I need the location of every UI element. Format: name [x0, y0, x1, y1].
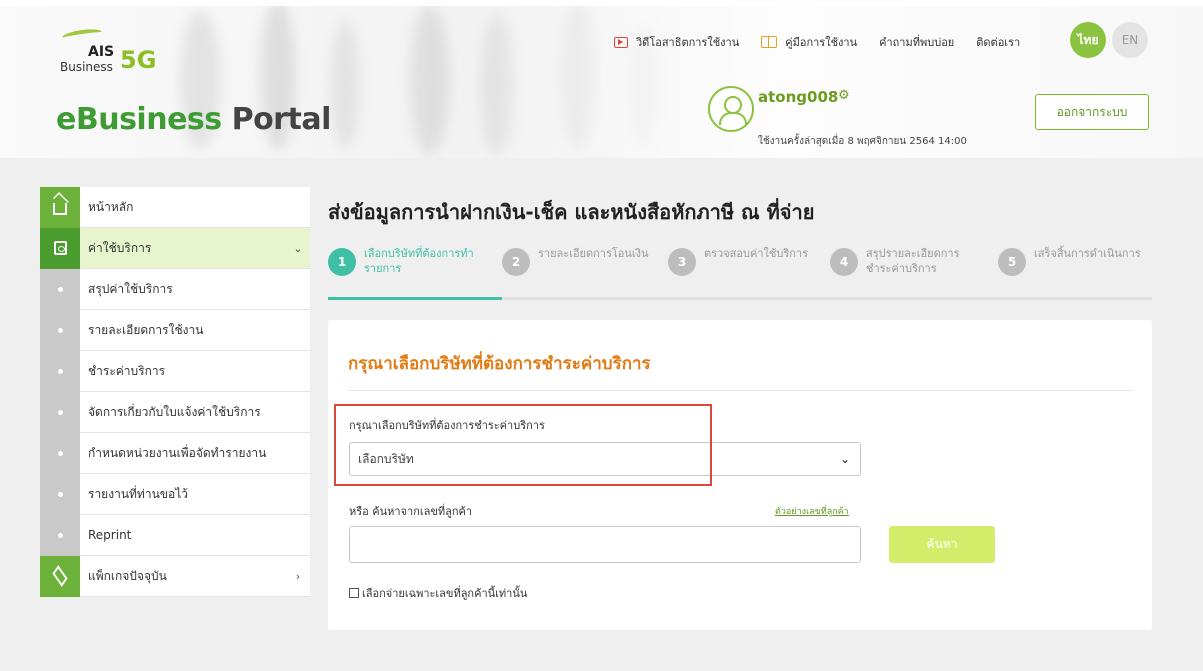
- lang-english-button[interactable]: EN: [1112, 22, 1148, 58]
- bullet-icon: [40, 473, 80, 515]
- link-demo-video-label: วิดีโอสาธิตการใช้งาน: [636, 36, 740, 49]
- step-label: เสร็จสิ้นการดำเนินการ: [1034, 247, 1141, 260]
- step-label: สรุปรายละเอียดการชำระค่าบริการ: [866, 247, 960, 275]
- sidebar-item-label: Reprint: [88, 528, 132, 542]
- step-number: 5: [998, 248, 1026, 276]
- logout-button[interactable]: ออกจากระบบ: [1035, 94, 1149, 130]
- sidebar-item-label: กำหนดหน่วยงานเพื่อจัดทำรายงาน: [88, 445, 267, 460]
- step-label: รายละเอียดการโอนเงิน: [538, 247, 649, 260]
- step-number: 4: [830, 248, 858, 276]
- sidebar-item-current-package[interactable]: แพ็กเกจปัจจุบัน ›: [40, 555, 310, 597]
- progress-track-active: [328, 297, 502, 300]
- search-button[interactable]: ค้นหา: [889, 526, 995, 563]
- logo-5g: 5G: [120, 46, 157, 74]
- sidebar-item-service-charges[interactable]: ค่าใช้บริการ ⌄: [40, 227, 310, 269]
- sidebar-item-manage-invoice[interactable]: จัดการเกี่ยวกับใบแจ้งค่าใช้บริการ: [40, 391, 310, 433]
- top-links: วิดีโอสาธิตการใช้งาน คู่มือการใช้งาน คำถ…: [614, 33, 1020, 51]
- bullet-icon: [40, 391, 80, 433]
- sidebar-item-label: หน้าหลัก: [88, 199, 134, 214]
- gear-icon[interactable]: ⚙: [838, 88, 850, 103]
- bullet-icon: [40, 350, 80, 392]
- chevron-right-icon: ›: [295, 569, 301, 583]
- sidebar-item-charge-summary[interactable]: สรุปค่าใช้บริการ: [40, 268, 310, 310]
- chevron-down-icon: ⌄: [293, 241, 303, 255]
- step-4: 4 สรุปรายละเอียดการชำระค่าบริการ: [830, 246, 984, 276]
- last-login-text: ใช้งานครั้งล่าสุดเมื่อ 8 พฤศจิกายน 2564 …: [758, 136, 967, 147]
- customer-number-example-link[interactable]: ตัวอย่างเลขที่ลูกค้า: [775, 504, 849, 518]
- step-number: 2: [502, 248, 530, 276]
- logo-portal-main: eBusiness: [56, 102, 222, 137]
- sidebar-item-label: จัดการเกี่ยวกับใบแจ้งค่าใช้บริการ: [88, 404, 261, 419]
- checkbox-icon[interactable]: [349, 588, 359, 598]
- book-icon: [761, 36, 778, 48]
- customer-number-label: หรือ ค้นหาจากเลขที่ลูกค้า: [349, 505, 473, 518]
- step-5: 5 เสร็จสิ้นการดำเนินการ: [998, 246, 1152, 276]
- sidebar-item-requested-reports[interactable]: รายงานที่ท่านขอไว้: [40, 473, 310, 515]
- page-title: ส่งข้อมูลการนำฝากเงิน-เช็ค และหนังสือหัก…: [328, 200, 815, 224]
- layers-icon: [40, 555, 80, 597]
- step-2: 2 รายละเอียดการโอนเงิน: [502, 246, 656, 276]
- bullet-icon: [40, 432, 80, 474]
- step-number: 3: [668, 248, 696, 276]
- logo-business: Business: [60, 60, 113, 74]
- sidebar-item-usage-details[interactable]: รายละเอียดการใช้งาน: [40, 309, 310, 351]
- step-3: 3 ตรวจสอบค่าใช้บริการ: [668, 246, 822, 276]
- link-user-manual[interactable]: คู่มือการใช้งาน: [761, 33, 857, 51]
- sidebar-item-label: สรุปค่าใช้บริการ: [88, 281, 173, 296]
- sidebar-item-label: รายงานที่ท่านขอไว้: [88, 486, 188, 501]
- card-title: กรุณาเลือกบริษัทที่ต้องการชำระค่าบริการ: [348, 354, 651, 374]
- annotation-highlight-box: [334, 404, 712, 486]
- bullet-icon: [40, 268, 80, 310]
- logo-portal-sub: Portal: [221, 102, 332, 137]
- header: AIS Business 5G eBusiness Portal วิดีโอส…: [0, 0, 1203, 158]
- ais-ebusiness-logo[interactable]: AIS Business 5G eBusiness Portal: [56, 24, 336, 137]
- link-contact-label: ติดต่อเรา: [976, 36, 1021, 49]
- logo-swoosh-icon: [61, 27, 103, 43]
- user-avatar-icon: [708, 86, 754, 132]
- divider: [348, 390, 1133, 391]
- bullet-icon: [40, 309, 80, 351]
- bullet-icon: [40, 514, 80, 556]
- sidebar-item-label: ชำระค่าบริการ: [88, 363, 166, 378]
- step-1: 1 เลือกบริษัทที่ต้องการทำรายการ: [328, 246, 482, 276]
- sidebar-item-pay-bill[interactable]: ชำระค่าบริการ: [40, 350, 310, 392]
- step-label: เลือกบริษัทที่ต้องการทำรายการ: [364, 247, 474, 275]
- pay-only-this-customer-checkbox[interactable]: เลือกจ่ายเฉพาะเลขที่ลูกค้านี้เท่านั้น: [349, 584, 527, 602]
- customer-number-input[interactable]: [349, 526, 861, 563]
- chevron-down-icon: ⌄: [839, 452, 850, 466]
- link-user-manual-label: คู่มือการใช้งาน: [785, 36, 858, 49]
- link-faq-label: คำถามที่พบบ่อย: [879, 36, 955, 49]
- sidebar-item-label: ค่าใช้บริการ: [88, 240, 152, 255]
- step-label: ตรวจสอบค่าใช้บริการ: [704, 247, 808, 260]
- logo-ebusiness-portal: eBusiness Portal: [56, 102, 331, 137]
- progress-steps: 1 เลือกบริษัทที่ต้องการทำรายการ 2 รายละเ…: [328, 240, 1152, 300]
- link-faq[interactable]: คำถามที่พบบ่อย: [879, 33, 954, 51]
- bill-icon: [40, 227, 80, 269]
- video-icon: [614, 36, 628, 48]
- sidebar-item-home[interactable]: หน้าหลัก: [40, 186, 310, 228]
- sidebar-item-label: แพ็กเกจปัจจุบัน: [88, 568, 167, 583]
- sidebar-item-reprint[interactable]: Reprint: [40, 514, 310, 556]
- sidebar-item-report-units[interactable]: กำหนดหน่วยงานเพื่อจัดทำรายงาน: [40, 432, 310, 474]
- step-number: 1: [328, 248, 356, 276]
- logo-ais: AIS: [88, 44, 115, 60]
- link-demo-video[interactable]: วิดีโอสาธิตการใช้งาน: [614, 33, 739, 51]
- home-icon: [40, 186, 80, 228]
- sidebar-item-label: รายละเอียดการใช้งาน: [88, 322, 204, 337]
- lang-thai-button[interactable]: ไทย: [1070, 22, 1106, 58]
- checkbox-label: เลือกจ่ายเฉพาะเลขที่ลูกค้านี้เท่านั้น: [362, 587, 528, 600]
- username: atong008: [758, 88, 839, 106]
- sidebar: หน้าหลัก ค่าใช้บริการ ⌄ สรุปค่าใช้บริการ…: [40, 186, 310, 597]
- top-border: [0, 0, 1203, 6]
- link-contact[interactable]: ติดต่อเรา: [976, 33, 1020, 51]
